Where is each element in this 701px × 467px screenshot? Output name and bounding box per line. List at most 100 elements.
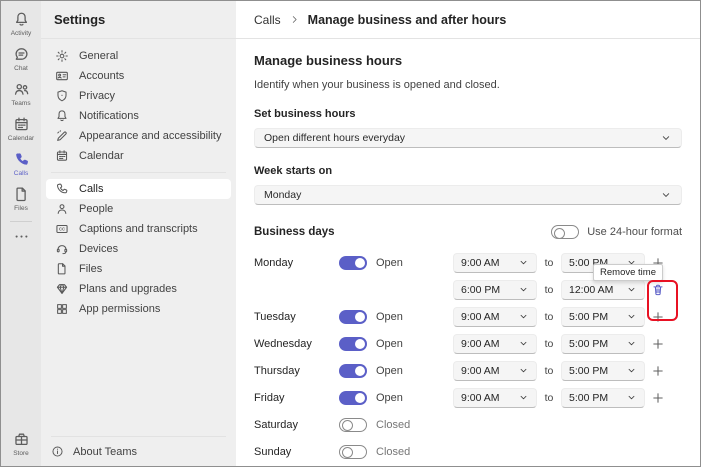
time-value: 5:00 PM	[569, 391, 609, 404]
time-from-select[interactable]: 9:00 AM	[453, 360, 537, 381]
sidebar-item-general[interactable]: General	[46, 46, 231, 66]
rail-item-store[interactable]: Store	[1, 426, 41, 461]
calendar-icon	[55, 149, 69, 163]
tuesday-open-toggle[interactable]	[339, 309, 367, 324]
add-time-button[interactable]	[651, 364, 665, 378]
time-to-select[interactable]: 5:00 PM	[561, 360, 645, 381]
rail-item-calendar[interactable]: Calendar	[1, 111, 41, 146]
time-value: 5:00 PM	[569, 337, 609, 350]
phone-icon	[55, 182, 69, 196]
apps-icon	[55, 302, 69, 316]
sidebar-item-app-permissions[interactable]: App permissions	[46, 299, 231, 319]
day-row-tuesday: Tuesday Open 9:00 AM to 5:00 PM	[254, 303, 682, 330]
time-from-select[interactable]: 9:00 AM	[453, 306, 537, 327]
rail-item-more[interactable]	[1, 225, 41, 247]
to-label: to	[544, 256, 554, 269]
sidebar-item-label: Files	[79, 263, 103, 275]
sidebar-item-calendar[interactable]: Calendar	[46, 146, 231, 166]
file-icon	[55, 262, 69, 276]
add-time-button[interactable]	[651, 310, 665, 324]
page-title: Manage business hours	[254, 53, 403, 68]
set-business-hours-label: Set business hours	[254, 108, 356, 120]
cc-icon: CC	[55, 222, 69, 236]
remove-time-button[interactable]	[651, 283, 665, 297]
rail-item-activity[interactable]: Activity	[1, 6, 41, 41]
chevron-down-icon	[518, 311, 529, 322]
id-card-icon	[55, 69, 69, 83]
phone-icon	[13, 151, 30, 168]
sidebar-item-notifications[interactable]: Notifications	[46, 106, 231, 126]
time-to-select[interactable]: 5:00 PM	[561, 387, 645, 408]
wednesday-open-toggle[interactable]	[339, 336, 367, 351]
teams-settings-window: Activity Chat Teams Calendar Calls Files Stor…	[0, 0, 701, 467]
breadcrumb: Calls Manage business and after hours	[236, 1, 700, 39]
time-value: 12:00 AM	[569, 283, 614, 296]
time-from-select[interactable]: 6:00 PM	[453, 279, 537, 300]
rail-divider	[10, 221, 32, 222]
sidebar-item-calls[interactable]: Calls	[46, 179, 231, 199]
shield-icon	[55, 89, 69, 103]
day-label: Friday	[254, 391, 285, 404]
add-time-button[interactable]	[651, 391, 665, 405]
sunday-open-toggle[interactable]	[339, 444, 367, 459]
add-time-button[interactable]	[651, 337, 665, 351]
sidebar-item-appearance-and-accessibility[interactable]: Appearance and accessibility	[46, 126, 231, 146]
slot-action-cell	[645, 364, 671, 378]
week-starts-label: Week starts on	[254, 165, 333, 177]
rail-item-calls[interactable]: Calls	[1, 146, 41, 181]
format-toggle-group: Use 24-hour format	[551, 225, 682, 239]
to-label: to	[544, 337, 554, 350]
sidebar-item-people[interactable]: People	[46, 199, 231, 219]
rail-item-files[interactable]: Files	[1, 181, 41, 216]
monday-open-toggle[interactable]	[339, 255, 367, 270]
day-toggle-group: Open	[339, 255, 453, 270]
time-from-select[interactable]: 9:00 AM	[453, 333, 537, 354]
time-value: 6:00 PM	[461, 283, 501, 296]
sidebar-item-privacy[interactable]: Privacy	[46, 86, 231, 106]
day-state-label: Open	[376, 256, 403, 269]
day-label: Thursday	[254, 364, 300, 377]
day-row-friday: Friday Open 9:00 AM to 5:00 PM	[254, 384, 682, 411]
time-from-select[interactable]: 9:00 AM	[453, 252, 537, 273]
about-teams-button[interactable]: About Teams	[51, 436, 226, 466]
thursday-open-toggle[interactable]	[339, 363, 367, 378]
time-to-select[interactable]: 12:00 AM	[561, 279, 645, 300]
settings-header: Settings	[41, 1, 236, 39]
breadcrumb-calls-link[interactable]: Calls	[254, 13, 281, 27]
chevron-down-icon	[660, 132, 672, 144]
sidebar-item-files[interactable]: Files	[46, 259, 231, 279]
sidebar-item-accounts[interactable]: Accounts	[46, 66, 231, 86]
friday-open-toggle[interactable]	[339, 390, 367, 405]
page-body: Manage business hours Identify when your…	[236, 39, 700, 466]
sidebar-item-captions-and-transcripts[interactable]: CC Captions and transcripts	[46, 219, 231, 239]
time-to-select[interactable]: 5:00 PM	[561, 333, 645, 354]
chevron-down-icon	[518, 392, 529, 403]
business-days-header: Business days Use 24-hour format	[254, 222, 682, 242]
chevron-down-icon	[518, 257, 529, 268]
week-starts-select[interactable]: Monday	[254, 185, 682, 205]
slot-action-cell	[645, 337, 671, 351]
page-description: Identify when your business is opened an…	[254, 79, 500, 91]
to-label: to	[544, 364, 554, 377]
time-value: 9:00 AM	[461, 337, 500, 350]
day-state-label: Open	[376, 364, 403, 377]
settings-title: Settings	[54, 12, 106, 27]
day-toggle-group: Open	[339, 390, 453, 405]
sidebar-item-devices[interactable]: Devices	[46, 239, 231, 259]
rail-item-teams[interactable]: Teams	[1, 76, 41, 111]
day-state-label: Open	[376, 337, 403, 350]
rail-item-label: Chat	[14, 64, 28, 72]
use-24-hour-toggle[interactable]	[551, 225, 580, 239]
sidebar-item-plans-and-upgrades[interactable]: Plans and upgrades	[46, 279, 231, 299]
business-days-label: Business days	[254, 226, 335, 238]
slot-action-cell	[645, 310, 671, 324]
sidebar-items: General Accounts Privacy Notifications Appea…	[41, 39, 236, 436]
time-from-select[interactable]: 9:00 AM	[453, 387, 537, 408]
store-icon	[13, 431, 30, 448]
slot-action-cell	[645, 283, 671, 297]
set-business-hours-select[interactable]: Open different hours everyday	[254, 128, 682, 148]
time-to-select[interactable]: 5:00 PM	[561, 306, 645, 327]
rail-item-chat[interactable]: Chat	[1, 41, 41, 76]
day-row-thursday: Thursday Open 9:00 AM to 5:00 PM	[254, 357, 682, 384]
saturday-open-toggle[interactable]	[339, 417, 367, 432]
